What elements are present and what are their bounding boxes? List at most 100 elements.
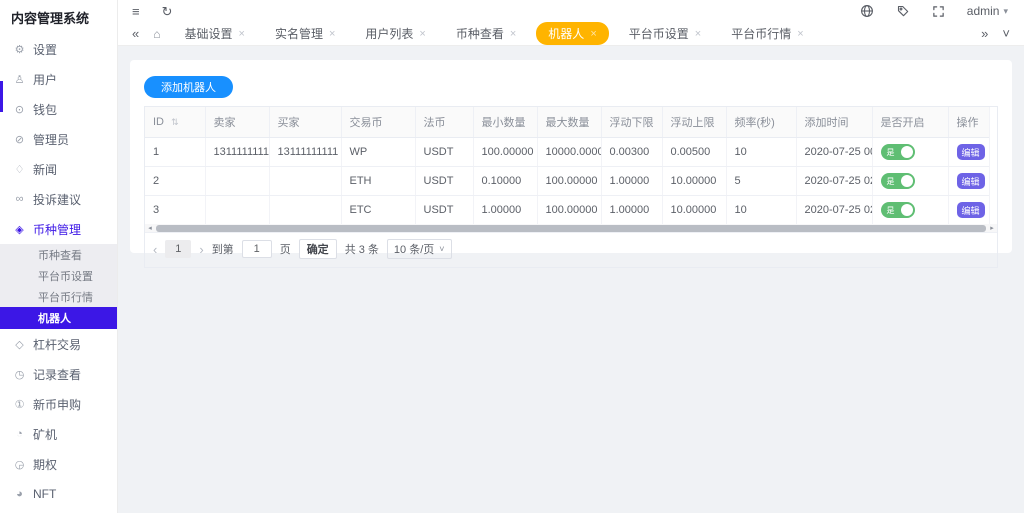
prev-page-icon[interactable]: ‹	[153, 242, 157, 257]
submenu-item-robot[interactable]: 机器人	[0, 307, 117, 329]
page-unit-label: 页	[279, 244, 291, 256]
add-robot-button[interactable]: 添加机器人	[144, 76, 233, 98]
column-header-id[interactable]: ID ⇅	[145, 107, 206, 138]
cell-coin: WP	[341, 137, 416, 167]
sidebar-item-feedback[interactable]: ∞ 投诉建议	[0, 184, 117, 214]
edit-button[interactable]: 编辑	[956, 144, 985, 160]
edit-button[interactable]: 编辑	[956, 202, 985, 218]
tab-label: 平台币行情	[731, 27, 792, 41]
sidebar: 内容管理系统 ⚙ 设置 ♙ 用户 ⊙ 钱包 ⊘ 管理员 ♢ 新闻 ∞ 投诉建议 …	[0, 0, 118, 513]
close-icon[interactable]: ×	[797, 28, 803, 40]
nft-icon: ◕	[16, 488, 23, 500]
column-header-fiat: 法币	[415, 107, 474, 138]
enable-toggle[interactable]: 是	[880, 173, 915, 189]
sidebar-item-label: 用户	[33, 72, 58, 87]
next-page-icon[interactable]: ›	[199, 242, 203, 257]
gear-icon: ⚙	[14, 43, 25, 56]
column-header-float-lower: 浮动下限	[601, 107, 663, 138]
column-header-actions: 操作	[948, 107, 989, 138]
total-count-label: 共 3 条	[344, 244, 379, 256]
page-number-button[interactable]: 1	[165, 240, 192, 258]
submenu-item-platform-coin-market[interactable]: 平台币行情	[0, 286, 117, 307]
home-icon[interactable]: ⌂	[153, 27, 160, 41]
tab-label: 用户列表	[365, 27, 414, 41]
enable-toggle[interactable]: 是	[880, 202, 915, 218]
cell-float-upper: 10.00000	[662, 195, 727, 224]
page-size-select[interactable]: 10 条/页 ˅	[386, 239, 452, 259]
horizontal-scrollbar[interactable]: ◂ ▸	[145, 224, 997, 233]
cell-id: 1	[145, 137, 206, 167]
sidebar-item-settings[interactable]: ⚙ 设置	[0, 34, 117, 64]
sidebar-item-label: 期权	[33, 457, 58, 472]
toggle-on-label: 是	[886, 176, 895, 186]
fullscreen-icon[interactable]	[932, 5, 945, 18]
close-icon[interactable]: ×	[510, 28, 516, 40]
tab-label: 平台币设置	[628, 27, 689, 41]
tab-platform-coin-settings[interactable]: 平台币设置 ×	[619, 22, 711, 45]
scroll-right-icon[interactable]: ▸	[987, 224, 997, 233]
sidebar-item-records[interactable]: ◷ 记录查看	[0, 359, 117, 389]
wallet-icon: ⊙	[14, 103, 25, 116]
tab-basic-settings[interactable]: 基础设置 ×	[174, 22, 254, 45]
close-icon[interactable]: ×	[329, 28, 335, 40]
tab-coin-view[interactable]: 币种查看 ×	[446, 22, 526, 45]
sidebar-item-wallet[interactable]: ⊙ 钱包	[0, 94, 117, 124]
collapse-menu-icon[interactable]: ≡	[132, 5, 140, 18]
page-size-value: 10 条/页	[393, 244, 435, 256]
cell-added-time: 2020-07-25 00:51...	[796, 137, 873, 167]
sidebar-item-news[interactable]: ♢ 新闻	[0, 154, 117, 184]
new-coin-icon: ①	[14, 398, 25, 411]
tab-realname-management[interactable]: 实名管理 ×	[265, 22, 345, 45]
cell-max-amount: 10000.00000	[537, 137, 602, 167]
vertical-scrollbar-gutter	[989, 107, 997, 224]
sidebar-scrollbar-thumb[interactable]	[0, 81, 3, 112]
submenu-item-coin-view[interactable]: 币种查看	[0, 244, 117, 265]
enable-toggle[interactable]: 是	[880, 144, 915, 160]
tab-user-list[interactable]: 用户列表 ×	[355, 22, 435, 45]
toggle-knob	[900, 175, 913, 187]
sidebar-item-nft[interactable]: ◕ NFT	[0, 479, 117, 509]
column-header-added-time: 添加时间	[796, 107, 873, 138]
sidebar-item-users[interactable]: ♙ 用户	[0, 64, 117, 94]
cell-float-lower: 0.00300	[601, 137, 663, 167]
cell-seller: 13111111111	[205, 137, 270, 167]
tabs-scroll-right-icon[interactable]: »	[981, 26, 988, 41]
sidebar-item-leverage-trading[interactable]: ◇ 杠杆交易	[0, 329, 117, 359]
cell-enabled: 是	[872, 195, 949, 224]
page-input[interactable]	[241, 240, 272, 258]
tab-platform-coin-market[interactable]: 平台币行情 ×	[721, 22, 813, 45]
refresh-icon[interactable]: ↻	[162, 5, 173, 18]
user-dropdown[interactable]: admin ▾	[967, 4, 1008, 18]
cell-coin: ETH	[341, 166, 416, 196]
cell-coin: ETC	[341, 195, 416, 224]
edit-button[interactable]: 编辑	[956, 173, 985, 189]
cell-fiat: USDT	[415, 195, 474, 224]
language-icon[interactable]	[860, 4, 874, 18]
horizontal-scrollbar-thumb[interactable]	[156, 224, 986, 232]
close-icon[interactable]: ×	[239, 28, 245, 40]
cell-min-amount: 1.00000	[473, 195, 538, 224]
tabs-menu-icon[interactable]: ˅	[1002, 26, 1010, 41]
feedback-icon: ∞	[15, 193, 24, 205]
confirm-page-button[interactable]: 确定	[298, 239, 337, 259]
sidebar-menu: ⚙ 设置 ♙ 用户 ⊙ 钱包 ⊘ 管理员 ♢ 新闻 ∞ 投诉建议 ◈ 币种管理 …	[0, 34, 117, 509]
tabs-scroll-left-icon[interactable]: «	[132, 26, 139, 41]
sidebar-item-options[interactable]: ◶ 期权	[0, 449, 117, 479]
sidebar-item-admins[interactable]: ⊘ 管理员	[0, 124, 117, 154]
coin-icon: ◈	[15, 223, 24, 236]
cell-seller	[205, 195, 270, 224]
sidebar-item-new-coin-subscription[interactable]: ① 新币申购	[0, 389, 117, 419]
close-icon[interactable]: ×	[695, 28, 701, 40]
close-icon[interactable]: ×	[590, 28, 596, 40]
sidebar-item-coin-management[interactable]: ◈ 币种管理	[0, 214, 117, 244]
miner-icon: ◔	[16, 428, 23, 440]
username: admin	[966, 4, 1000, 18]
sidebar-item-miner[interactable]: ◔ 矿机	[0, 419, 117, 449]
cell-id: 3	[145, 195, 206, 224]
sort-icon[interactable]: ⇅	[171, 117, 179, 127]
tag-icon[interactable]	[896, 4, 910, 18]
tab-robot[interactable]: 机器人 ×	[536, 22, 609, 45]
scroll-left-icon[interactable]: ◂	[145, 224, 155, 233]
close-icon[interactable]: ×	[419, 28, 425, 40]
submenu-item-platform-coin-settings[interactable]: 平台币设置	[0, 265, 117, 286]
